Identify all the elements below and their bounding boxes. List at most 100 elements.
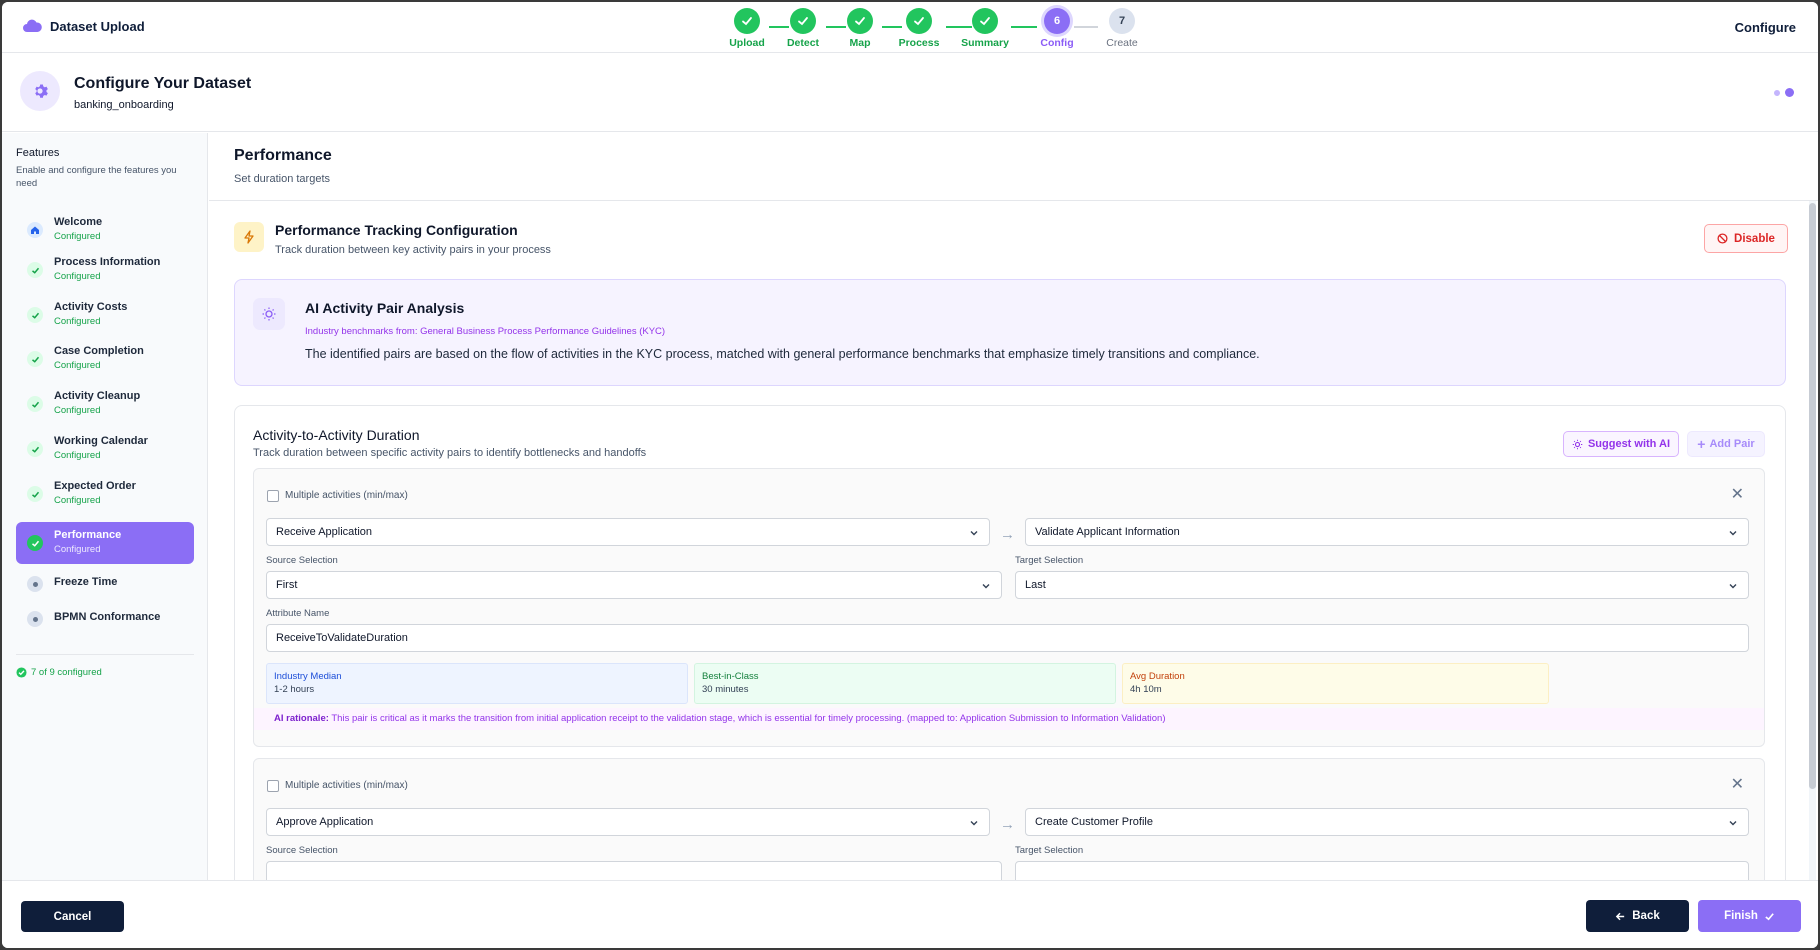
target-selection-label: Target Selection [1015, 845, 1084, 856]
step-create[interactable]: 7 Create [1092, 8, 1152, 49]
source-selection-select[interactable]: First [266, 571, 1002, 599]
sidebar-item-status: Configured [54, 271, 101, 282]
add-pair-button[interactable]: + Add Pair [1687, 431, 1765, 457]
sidebar-item-label: Performance [54, 529, 122, 541]
add-pair-label: Add Pair [1709, 438, 1755, 450]
check-icon [790, 8, 816, 34]
sidebar-title: Features [16, 147, 60, 159]
multiple-activities-checkbox[interactable] [267, 780, 279, 792]
finish-label: Finish [1724, 910, 1758, 922]
best-in-class-box: Best-in-Class 30 minutes [694, 663, 1116, 704]
step-upload[interactable]: Upload [717, 8, 777, 49]
check-icon [1765, 912, 1774, 920]
source-selection-label: Source Selection [266, 845, 338, 856]
source-activity-value: Receive Application [276, 526, 373, 538]
scrollbar[interactable] [1809, 201, 1816, 880]
sidebar-item-label: Expected Order [54, 480, 136, 492]
sidebar-item-bpmn-conformance[interactable]: BPMN Conformance [16, 598, 194, 640]
arrow-right-icon: → [1000, 526, 1015, 543]
target-selection-value: Last [1025, 579, 1046, 591]
check-icon [27, 441, 43, 457]
main-content: Performance Set duration targets Perform… [209, 133, 1818, 880]
source-selection-value: First [276, 579, 298, 591]
brand: Dataset Upload [22, 18, 145, 34]
source-selection-label: Source Selection [266, 555, 338, 566]
target-activity-select[interactable]: Validate Applicant Information [1025, 518, 1749, 546]
activity-pair: Multiple activities (min/max) ✕ Approve … [253, 758, 1765, 880]
source-activity-select[interactable]: Approve Application [266, 808, 990, 836]
sidebar-item-case-completion[interactable]: Case Completion Configured [16, 338, 194, 380]
source-selection-select[interactable] [266, 861, 1002, 880]
step-label: Upload [729, 37, 765, 49]
sidebar-item-label: Activity Costs [54, 301, 128, 313]
chevron-down-icon [1729, 584, 1737, 589]
sidebar-item-status: Configured [54, 231, 101, 242]
cloud-icon [23, 19, 42, 32]
sidebar-item-process-information[interactable]: Process Information Configured [16, 249, 194, 291]
top-bar: Dataset Upload Upload Detect Map Process… [2, 2, 1818, 53]
checkbox-label: Multiple activities (min/max) [285, 780, 408, 791]
cancel-button[interactable]: Cancel [21, 901, 124, 932]
ai-benchmark-source: Industry benchmarks from: General Busine… [305, 326, 666, 337]
close-icon[interactable]: ✕ [1731, 777, 1744, 793]
app-title: Dataset Upload [50, 18, 145, 34]
back-button[interactable]: Back [1586, 900, 1689, 932]
sidebar-item-status: Configured [54, 495, 101, 506]
step-summary[interactable]: Summary [955, 8, 1015, 49]
sidebar-item-expected-order[interactable]: Expected Order Configured [16, 473, 194, 515]
configured-count-text: 7 of 9 configured [31, 667, 102, 678]
step-number: 7 [1109, 8, 1135, 34]
source-activity-value: Approve Application [276, 816, 374, 828]
check-icon [27, 486, 43, 502]
sidebar-item-performance[interactable]: Performance Configured [16, 522, 194, 564]
step-number: 6 [1044, 8, 1070, 34]
features-sidebar: Features Enable and configure the featur… [2, 133, 208, 880]
lightbulb-icon [253, 298, 285, 330]
ai-rationale-label: AI rationale: [274, 713, 329, 724]
sidebar-item-activity-cleanup[interactable]: Activity Cleanup Configured [16, 383, 194, 425]
sidebar-item-status: Configured [54, 316, 101, 327]
check-icon [847, 8, 873, 34]
dot-icon [27, 576, 43, 592]
plus-icon: + [1697, 436, 1706, 452]
check-icon [27, 307, 43, 323]
step-map[interactable]: Map [830, 8, 890, 49]
step-config[interactable]: 6 Config [1027, 8, 1087, 49]
step-process[interactable]: Process [889, 8, 949, 49]
check-icon [734, 8, 760, 34]
page-header: Configure Your Dataset banking_onboardin… [2, 54, 1818, 132]
industry-median-label: Industry Median [274, 671, 342, 682]
ai-rationale-text: This pair is critical as it marks the tr… [331, 713, 905, 724]
target-selection-select[interactable]: Last [1015, 571, 1749, 599]
target-activity-select[interactable]: Create Customer Profile [1025, 808, 1749, 836]
configure-link[interactable]: Configure [1735, 20, 1796, 35]
close-icon[interactable]: ✕ [1731, 487, 1744, 503]
step-detect[interactable]: Detect [773, 8, 833, 49]
activity-pair: Multiple activities (min/max) ✕ Receive … [253, 468, 1765, 747]
attribute-name-value: ReceiveToValidateDuration [276, 632, 408, 644]
check-icon [27, 535, 43, 551]
step-label: Create [1106, 37, 1138, 49]
ai-title: AI Activity Pair Analysis [305, 300, 465, 316]
source-activity-select[interactable]: Receive Application [266, 518, 990, 546]
finish-button[interactable]: Finish [1698, 900, 1801, 932]
sidebar-item-welcome[interactable]: Welcome Configured [16, 209, 194, 251]
sidebar-item-activity-costs[interactable]: Activity Costs Configured [16, 294, 194, 336]
check-icon [972, 8, 998, 34]
check-icon [27, 262, 43, 278]
scrollbar-thumb[interactable] [1809, 203, 1816, 789]
suggest-with-ai-button[interactable]: Suggest with AI [1563, 431, 1679, 457]
back-label: Back [1632, 910, 1660, 922]
attribute-name-label: Attribute Name [266, 608, 330, 619]
dot-indicator-active [1785, 88, 1794, 97]
disable-button[interactable]: Disable [1704, 224, 1788, 253]
sidebar-item-label: Welcome [54, 216, 103, 228]
ai-analysis-panel: AI Activity Pair Analysis Industry bench… [234, 279, 1786, 386]
step-label: Process [898, 37, 940, 49]
ban-icon [1717, 233, 1728, 244]
target-selection-select[interactable] [1015, 861, 1749, 880]
step-label: Config [1040, 37, 1074, 49]
sidebar-item-working-calendar[interactable]: Working Calendar Configured [16, 428, 194, 470]
attribute-name-input[interactable]: ReceiveToValidateDuration [266, 624, 1749, 652]
multiple-activities-checkbox[interactable] [267, 490, 279, 502]
